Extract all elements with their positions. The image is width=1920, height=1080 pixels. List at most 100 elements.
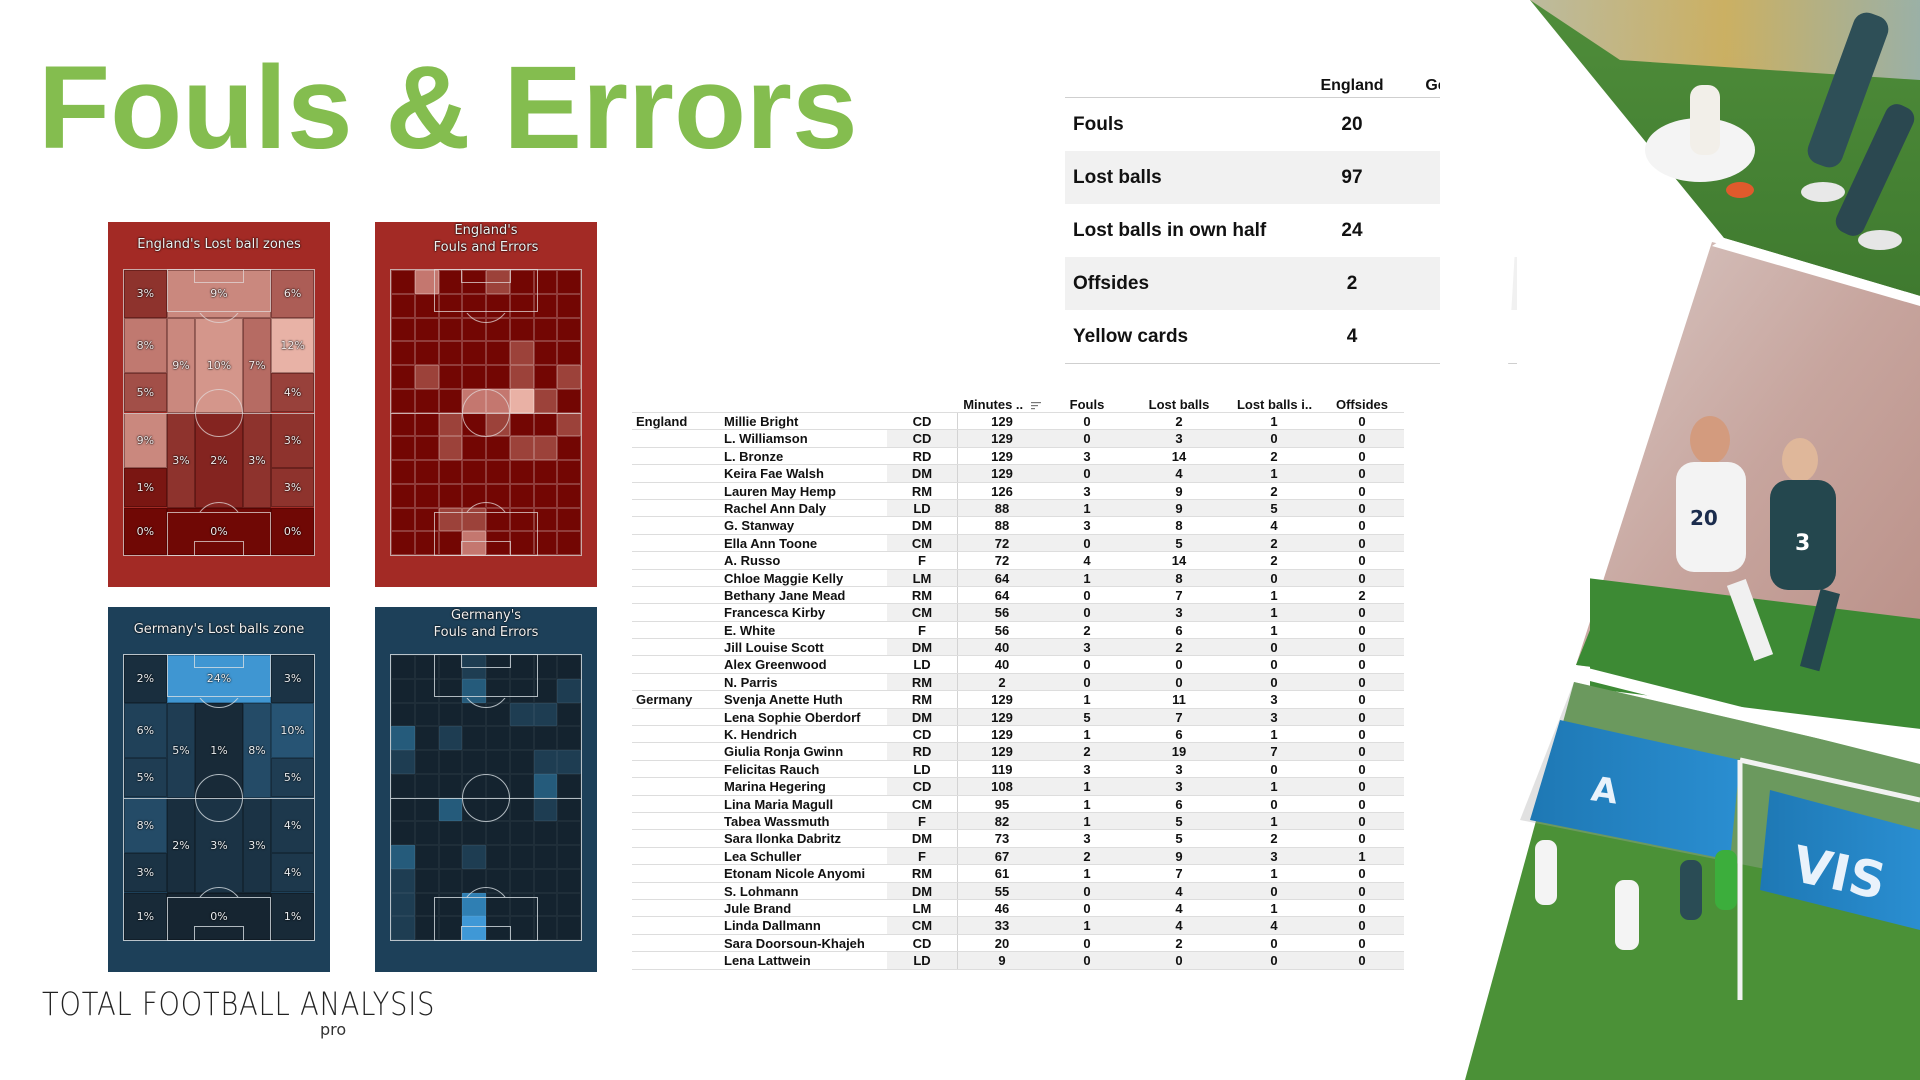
grid-cell	[414, 365, 439, 389]
summary-row-label: Fouls	[1073, 113, 1124, 135]
player-row: Lina Maria Magull CM 95 1 6 0 0	[632, 794, 1404, 812]
cell-fouls: 1	[1083, 692, 1091, 708]
cell-fouls: 1	[1083, 866, 1091, 882]
grid-cell	[533, 726, 558, 750]
player-position: LD	[913, 657, 931, 673]
cell-lost: 9	[1175, 848, 1183, 864]
player-name: L. Bronze	[724, 448, 784, 464]
column-header-offsides[interactable]: Offsides	[1327, 397, 1397, 412]
grid-cell	[462, 436, 486, 460]
cell-lost: 7	[1175, 709, 1183, 725]
column-header-lost-balls[interactable]: Lost balls	[1134, 397, 1224, 412]
grid-cell	[486, 507, 510, 532]
player-name: Lena Sophie Oberdorf	[724, 709, 861, 725]
cell-lost-own: 0	[1270, 883, 1278, 899]
germany-fouls-errors-panel: Germany's Fouls and Errors	[375, 607, 597, 972]
player-position: RM	[911, 587, 933, 603]
column-header-england: England	[1320, 77, 1384, 94]
grid-cell	[414, 341, 439, 365]
grid-cell	[391, 317, 415, 342]
cell-fouls: 0	[1083, 605, 1091, 621]
player-position: RD	[912, 448, 932, 464]
grid-cell	[509, 916, 534, 940]
cell-offsides: 1	[1358, 848, 1366, 864]
panel-title-line1: England's	[454, 223, 518, 238]
logo-pro-text: pro	[320, 1020, 347, 1039]
column-header-fouls[interactable]: Fouls	[1052, 397, 1122, 412]
zone-upper-left: 8%	[124, 317, 167, 374]
sort-descending-icon[interactable]	[1030, 401, 1041, 410]
cell-fouls: 4	[1083, 553, 1091, 569]
cell-minutes: 56	[994, 622, 1010, 638]
grid-cell	[414, 702, 439, 727]
cell-offsides: 0	[1358, 692, 1366, 708]
grid-cell	[438, 655, 463, 679]
summary-value-england: 97	[1341, 166, 1363, 188]
panel-title: Germany's Lost balls zone	[133, 622, 305, 637]
grid-cell	[414, 483, 439, 508]
pitch: 2% 24% 3% 6% 5% 1% 8% 10% 5% 5% 8% 2% 3% 3% 4% 3% 4% 1% 0%…	[123, 654, 315, 941]
cell-lost-own: 2	[1270, 483, 1278, 499]
grid-cell	[438, 365, 463, 389]
grid-cell	[533, 412, 558, 437]
player-name: E. White	[724, 622, 776, 638]
grid-cell	[533, 436, 558, 460]
zone-upper2-right: 4%	[271, 373, 314, 413]
grid-cell	[391, 341, 415, 365]
player-position: LD	[913, 953, 931, 969]
cell-lost: 3	[1175, 605, 1183, 621]
cell-offsides: 0	[1358, 518, 1366, 534]
cell-lost: 7	[1175, 587, 1183, 603]
zone-lower-midright: 3%	[242, 797, 272, 893]
photo-collage: 20 3 A VIS	[1440, 0, 1920, 1080]
cell-offsides: 0	[1358, 570, 1366, 586]
player-row: Marina Hegering CD 108 1 3 1 0	[632, 777, 1404, 795]
grid-cell	[486, 270, 510, 294]
cell-lost: 5	[1175, 535, 1183, 551]
zone-upper-right: 12%	[271, 317, 314, 374]
grid-cell	[557, 483, 581, 508]
grid-cell	[509, 483, 534, 508]
cell-minutes: 64	[994, 587, 1010, 603]
grid-cell	[509, 365, 534, 389]
player-name: Svenja Anette Huth	[724, 692, 843, 708]
cell-minutes: 119	[991, 761, 1013, 777]
cell-fouls: 3	[1083, 831, 1091, 847]
total-football-analysis-logo: TOTAL FOOTBALL ANALYSIS pro	[42, 985, 505, 1039]
cell-fouls: 0	[1083, 935, 1091, 951]
player-row: Lauren May Hemp RM 126 3 9 2 0	[632, 481, 1404, 499]
grid-cell	[557, 655, 581, 679]
grid-cell	[557, 702, 581, 727]
grid-cell	[486, 797, 510, 822]
player-name: Linda Dallmann	[724, 918, 821, 934]
column-header-lost-balls-own-half[interactable]: Lost balls i..	[1227, 397, 1322, 412]
grid-cell	[509, 845, 534, 869]
grid-cell	[414, 845, 439, 869]
cell-fouls: 2	[1083, 848, 1091, 864]
grid-cell	[391, 821, 415, 845]
grid-cell	[509, 726, 534, 750]
cell-offsides: 0	[1358, 605, 1366, 621]
column-header-minutes[interactable]: Minutes ..	[957, 397, 1047, 412]
cell-lost-own: 4	[1270, 518, 1278, 534]
cell-minutes: 82	[994, 813, 1010, 829]
panel-title-line2: Fouls and Errors	[433, 240, 539, 255]
grid-cell	[438, 702, 463, 727]
cell-fouls: 3	[1083, 640, 1091, 656]
cell-lost: 0	[1175, 674, 1183, 690]
player-name: Jill Louise Scott	[724, 640, 824, 656]
grid-cell	[533, 531, 558, 555]
grid-cell	[438, 868, 463, 893]
grid-cell	[438, 436, 463, 460]
cell-fouls: 5	[1083, 709, 1091, 725]
grid-cell	[557, 507, 581, 532]
player-row: Rachel Ann Daly LD 88 1 9 5 0	[632, 498, 1404, 517]
cell-fouls: 3	[1083, 483, 1091, 499]
player-name: Ella Ann Toone	[724, 535, 818, 551]
cell-offsides: 0	[1358, 414, 1366, 429]
cell-minutes: 72	[994, 535, 1010, 551]
player-row: A. Russo F 72 4 14 2 0	[632, 551, 1404, 569]
player-row: Felicitas Rauch LD 119 3 3 0 0	[632, 759, 1404, 778]
cell-lost-own: 3	[1270, 692, 1278, 708]
cell-offsides: 0	[1358, 813, 1366, 829]
